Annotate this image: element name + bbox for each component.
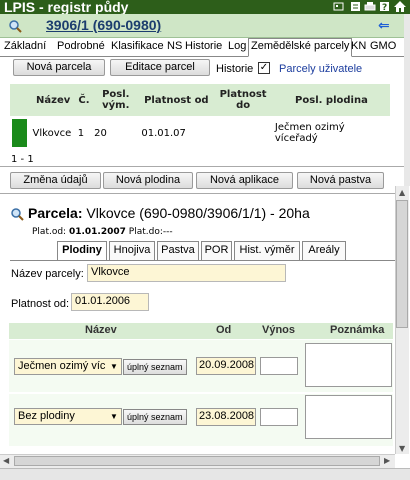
- tab-podrobne[interactable]: Podrobné: [57, 40, 105, 52]
- tab-zemedelske-parcely[interactable]: Zemědělské parcely: [248, 38, 353, 57]
- print-icon[interactable]: [364, 1, 376, 12]
- col-platnost-od[interactable]: Platnost od: [139, 84, 214, 116]
- tab-zakladni[interactable]: Základní: [4, 40, 46, 52]
- col-nazev[interactable]: Název: [30, 84, 76, 116]
- tab-kn[interactable]: KN: [351, 40, 366, 52]
- section-tabs: Základní Podrobné Klasifikace NS Histori…: [0, 38, 404, 57]
- title-bar: LPIS - registr půdy ?: [0, 0, 410, 15]
- chevron-down-icon: ▼: [110, 362, 118, 371]
- col-cislo[interactable]: Č.: [75, 84, 93, 116]
- plat-od-label: Plat.od:: [32, 227, 67, 237]
- new-pasture-button[interactable]: Nová pastva: [297, 172, 384, 189]
- crops-table-header: Název Od Výnos Poznámka: [9, 323, 393, 339]
- crop-from-field[interactable]: 23.08.2008: [196, 408, 256, 426]
- status-bar: [0, 468, 410, 480]
- col-crop-name: Název: [85, 324, 117, 336]
- crop-select-value: Ječmen ozimý víc: [18, 360, 106, 372]
- parcel-table-header: Název Č. Posl. vým. Platnost od Platnost…: [10, 84, 390, 116]
- plat-od-value: 01.01.2007: [68, 227, 126, 237]
- tab-hnojiva[interactable]: Hnojiva: [109, 241, 155, 260]
- tab-plodiny[interactable]: Plodiny: [57, 241, 107, 261]
- parcel-name-label: Název parcely:: [11, 268, 84, 280]
- new-crop-button[interactable]: Nová plodina: [103, 172, 193, 189]
- validity-line: Plat.od: 01.01.2007 Plat.do:---: [32, 227, 173, 237]
- valid-from-label: Platnost od:: [11, 298, 70, 310]
- scroll-up-icon[interactable]: ▲: [399, 188, 405, 197]
- record-title[interactable]: 3906/1 (690-0980): [46, 17, 161, 33]
- crop-from-field[interactable]: 20.09.2008: [196, 357, 256, 375]
- scroll-left-icon[interactable]: ◀: [3, 456, 9, 465]
- tab-por[interactable]: POR: [201, 241, 232, 260]
- cell-valid-to: [213, 116, 273, 150]
- new-application-button[interactable]: Nová aplikace: [196, 172, 293, 189]
- table-row[interactable]: Vlkovce 1 20 01.01.07 Ječmen ozimý víceř…: [10, 116, 390, 150]
- parcel-prefix: Parcela:: [28, 205, 83, 221]
- col-crop-note: Poznámka: [330, 324, 385, 336]
- list-icon[interactable]: [350, 1, 361, 12]
- svg-text:?: ?: [382, 3, 387, 12]
- swatch-header: [10, 84, 31, 116]
- col-platnost-do[interactable]: Platnost do: [213, 84, 273, 116]
- record-bar: 3906/1 (690-0980) ⇐: [0, 14, 404, 38]
- parcel-table: Název Č. Posl. vým. Platnost od Platnost…: [10, 84, 390, 150]
- col-posl-vym[interactable]: Posl. vým.: [92, 84, 140, 116]
- plat-do: Plat.do:---: [128, 227, 173, 237]
- home-icon[interactable]: [394, 1, 406, 12]
- app-title: LPIS - registr půdy: [4, 0, 129, 15]
- tab-arealy[interactable]: Areály: [302, 241, 346, 260]
- tab-ns[interactable]: NS: [167, 40, 182, 52]
- help-icon[interactable]: ?: [379, 1, 390, 13]
- tab-hist-vymer[interactable]: Hist. výměr: [234, 241, 300, 260]
- cell-valid-from: 01.01.07: [141, 127, 186, 139]
- new-parcel-button[interactable]: Nová parcela: [13, 59, 105, 76]
- parcel-detail-title: Parcela: Vlkovce (690-0980/3906/1/1) - 2…: [28, 205, 310, 221]
- crop-select[interactable]: Ječmen ozimý víc ▼: [14, 358, 122, 375]
- history-label: Historie: [216, 63, 254, 75]
- change-data-button[interactable]: Změna údajů: [10, 172, 101, 189]
- crop-yield-field[interactable]: [260, 408, 298, 426]
- parcel-name: Vlkovce (690-0980/3906/1/1) - 20ha: [82, 205, 310, 221]
- search-icon[interactable]: [8, 19, 22, 36]
- search-icon: [10, 207, 24, 224]
- cell-crop: Ječmen ozimý víceřadý: [274, 122, 345, 144]
- col-posl-plodina[interactable]: Posl. plodina: [272, 84, 390, 116]
- tab-log[interactable]: Log: [228, 40, 246, 52]
- row-color-cell: [10, 116, 31, 150]
- row-count: 1 - 1: [11, 154, 34, 165]
- crop-note-field[interactable]: [305, 343, 392, 387]
- divider: [0, 193, 395, 194]
- edit-parcels-button[interactable]: Editace parcel: [110, 59, 210, 76]
- tab-klasifikace[interactable]: Klasifikace: [111, 40, 164, 52]
- cell-number: 1: [77, 127, 85, 139]
- parcel-name-field[interactable]: Vlkovce: [87, 264, 286, 282]
- col-crop-from: Od: [216, 324, 232, 336]
- window-edge: [404, 14, 410, 186]
- history-checkbox[interactable]: ✓: [258, 62, 270, 74]
- vertical-scroll-thumb[interactable]: [396, 200, 408, 328]
- chevron-down-icon: ▼: [110, 412, 118, 421]
- parcel-color-swatch: [12, 119, 27, 147]
- full-list-button[interactable]: úplný seznam: [123, 409, 187, 425]
- dots-icon[interactable]: [333, 1, 344, 12]
- crop-select-value: Bez plodiny: [18, 410, 75, 422]
- crop-select[interactable]: Bez plodiny ▼: [14, 408, 122, 425]
- cell-name: Vlkovce: [32, 127, 72, 139]
- horizontal-scroll-thumb[interactable]: [14, 456, 380, 466]
- tab-pastva[interactable]: Pastva: [157, 241, 199, 260]
- valid-from-field[interactable]: 01.01.2006: [71, 293, 149, 311]
- scroll-right-icon[interactable]: ▶: [384, 456, 390, 465]
- cell-area: 20: [94, 127, 107, 139]
- back-arrow-icon[interactable]: ⇐: [378, 18, 390, 34]
- tab-gmo[interactable]: GMO: [370, 40, 396, 52]
- user-parcels-link[interactable]: Parcely uživatele: [279, 63, 362, 75]
- crop-yield-field[interactable]: [260, 357, 298, 375]
- subtab-underline: [10, 260, 395, 261]
- full-list-button[interactable]: úplný seznam: [123, 359, 187, 375]
- col-crop-yield: Výnos: [262, 324, 296, 336]
- tab-historie[interactable]: Historie: [185, 40, 222, 52]
- divider: [0, 166, 404, 167]
- crop-note-field[interactable]: [305, 395, 392, 439]
- scroll-down-icon[interactable]: ▼: [399, 444, 405, 453]
